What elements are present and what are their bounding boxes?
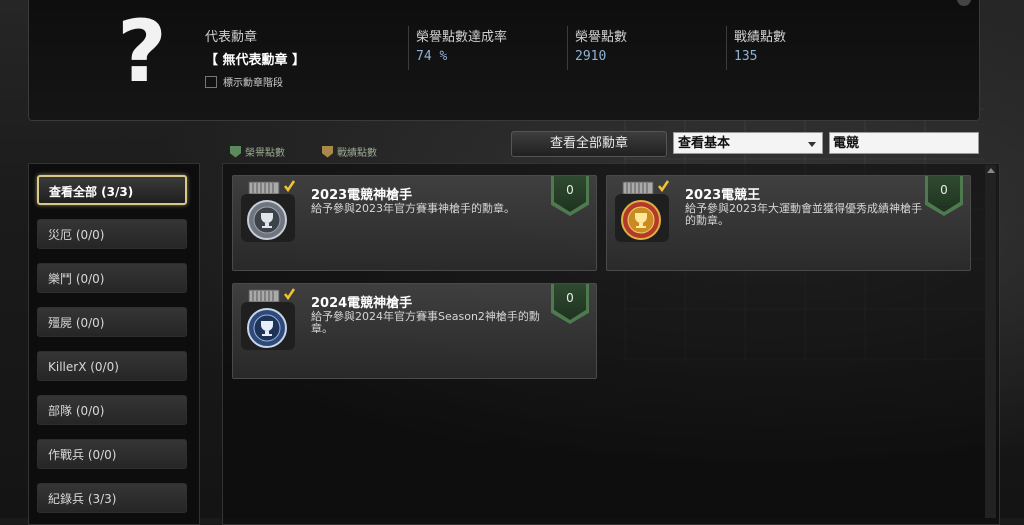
sidebar-item-fun-battle[interactable]: 樂鬥 (0/0) xyxy=(37,263,187,293)
silver-trophy-medal-icon xyxy=(241,180,296,242)
legend-honor: 榮譽點數 xyxy=(230,144,285,159)
honor-rate-value: 74 % xyxy=(416,49,448,64)
medal-card[interactable]: 2024電競神槍手 給予參與2024年官方賽事Season2神槍手的勳章。 0 xyxy=(232,283,597,379)
view-filter-select[interactable]: 查看基本 xyxy=(673,132,823,154)
record-bookmark-icon xyxy=(322,145,333,158)
search-input[interactable]: 電競 xyxy=(829,132,979,154)
representative-medal-placeholder-icon: ? xyxy=(117,2,167,102)
record-points-block: 戰績點數 135 xyxy=(734,26,786,64)
sidebar-item-all[interactable]: 查看全部 (3/3) xyxy=(37,175,187,205)
record-points-value: 135 xyxy=(734,49,758,64)
legend-record-label: 戰績點數 xyxy=(337,148,377,159)
medal-summary-panel: ? 代表勳章 【 無代表勳章 】 標示勳章階段 榮譽點數達成率 74 % 榮譽點… xyxy=(28,0,980,121)
honor-rate-label: 榮譽點數達成率 xyxy=(416,30,508,45)
rep-medal-value: 【 無代表勳章 】 xyxy=(205,53,306,68)
blue-trophy-medal-icon xyxy=(241,288,296,350)
legend-record: 戰績點數 xyxy=(322,144,377,159)
medal-title: 2023電競神槍手 xyxy=(311,188,413,203)
divider xyxy=(726,26,727,70)
medal-title: 2023電競王 xyxy=(685,188,761,203)
medal-description: 給予參與2024年官方賽事Season2神槍手的勳章。 xyxy=(311,310,540,335)
points-shield-badge: 0 xyxy=(925,176,963,216)
honor-shield-icon xyxy=(230,145,241,158)
show-tier-toggle[interactable]: 標示勳章階段 xyxy=(205,74,283,89)
medal-description: 給予參與2023年官方賽事神槍手的勳章。 xyxy=(311,202,515,215)
record-points-label: 戰績點數 xyxy=(734,30,787,45)
sidebar-item-record[interactable]: 紀錄兵 (3/3) xyxy=(37,483,187,513)
sidebar-item-killerx[interactable]: KillerX (0/0) xyxy=(37,351,187,381)
medal-title: 2024電競神槍手 xyxy=(311,296,413,311)
scroll-up-icon[interactable] xyxy=(986,168,995,173)
sidebar-item-clan[interactable]: 部隊 (0/0) xyxy=(37,395,187,425)
info-button[interactable] xyxy=(957,0,971,6)
medal-card[interactable]: 2023電競王 給予參與2023年大運動會並獲得優秀成績神槍手的勳章。 0 xyxy=(606,175,971,271)
category-sidebar: 查看全部 (3/3) 災厄 (0/0) 樂鬥 (0/0) 殭屍 (0/0) Ki… xyxy=(28,163,200,525)
rep-medal-label: 代表勳章 xyxy=(205,30,258,45)
medal-points: 0 xyxy=(554,176,586,212)
honor-points-label: 榮譽點數 xyxy=(575,30,628,45)
divider xyxy=(408,26,409,70)
honor-rate-block: 榮譽點數達成率 74 % xyxy=(416,26,507,64)
gold-trophy-medal-icon xyxy=(615,180,670,242)
scrollbar[interactable] xyxy=(985,165,996,518)
points-shield-badge: 0 xyxy=(551,284,589,324)
show-tier-checkbox[interactable] xyxy=(205,75,217,88)
sidebar-item-disaster[interactable]: 災厄 (0/0) xyxy=(37,219,187,249)
legend-honor-label: 榮譽點數 xyxy=(245,148,285,159)
divider xyxy=(567,26,568,70)
points-shield-badge: 0 xyxy=(551,176,589,216)
show-tier-label: 標示勳章階段 xyxy=(223,78,283,89)
honor-points-block: 榮譽點數 2910 xyxy=(575,26,627,64)
honor-points-value: 2910 xyxy=(575,49,607,64)
medal-points: 0 xyxy=(554,284,586,320)
sidebar-item-soldier[interactable]: 作戰兵 (0/0) xyxy=(37,439,187,469)
view-filter-value: 查看基本 xyxy=(678,136,731,151)
view-all-medals-button[interactable]: 查看全部勳章 xyxy=(511,131,667,157)
medal-points: 0 xyxy=(928,176,960,212)
chevron-down-icon xyxy=(808,142,816,147)
medal-card[interactable]: 2023電競神槍手 給予參與2023年官方賽事神槍手的勳章。 0 xyxy=(232,175,597,271)
medal-description: 給予參與2023年大運動會並獲得優秀成績神槍手的勳章。 xyxy=(685,202,922,227)
sidebar-item-zombie[interactable]: 殭屍 (0/0) xyxy=(37,307,187,337)
rep-medal-block: 代表勳章 【 無代表勳章 】 xyxy=(205,26,305,68)
